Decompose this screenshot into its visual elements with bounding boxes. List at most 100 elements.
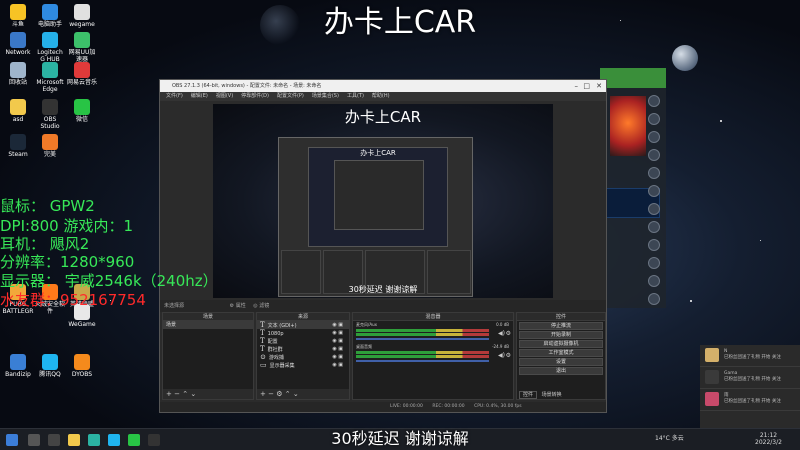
up-icon[interactable]: ⌃ [285,390,291,398]
preview-title: 办卡上CAR [344,108,422,126]
add-icon[interactable]: + [166,390,172,398]
control-button[interactable]: 停止推流 [519,322,603,330]
add-icon[interactable]: + [260,390,266,398]
live-status: LIVE: 00:00:00 [390,404,423,409]
menu-item[interactable]: 配置文件(P) [277,93,304,99]
preview-subtitle: 30秒延迟 谢谢谅解 [348,285,418,294]
minimize-icon[interactable]: – [575,80,579,92]
source-item[interactable]: T 文本 (GDI+) ◉ ▣ [257,321,349,329]
down-icon[interactable]: ⌄ [190,390,196,398]
side-icon[interactable] [648,185,660,197]
source-name: 显示器采集 [269,363,295,369]
source-item[interactable]: ▭ 显示器采集 ◉ ▣ [257,361,349,369]
source-item[interactable]: T 1080p ◉ ▣ [257,329,349,337]
side-icon[interactable] [648,131,660,143]
desktop-icon[interactable]: asd [2,99,34,123]
volume-slider[interactable] [356,360,489,362]
obs-preview[interactable]: 办卡上CAR 办卡上CAR 30秒延迟 谢谢谅解 [213,104,553,298]
desktop-icon[interactable]: Bandizip [2,354,34,378]
down-icon[interactable]: ⌄ [293,390,299,398]
visibility-icon[interactable]: ◉ ▣ [332,329,343,337]
remove-icon[interactable]: − [174,390,180,398]
side-icon[interactable] [648,95,660,107]
menu-item[interactable]: 停靠部件(D) [241,93,269,99]
obs-docks: 场景 场景 + − ⌃ ⌄ 来源 T 文本 (GDI+) ◉ ▣ T 1080p ◉ ▣ T… [160,312,606,404]
side-icon[interactable] [648,275,660,287]
mixer-list: 麦克风/Aux 0.0 dB ◀) ⚙ 桌面音频 -24.9 dB ◀) ⚙ [353,321,513,365]
side-icon[interactable] [648,113,660,125]
notification-item[interactable]: N 已粉丝团送了礼物 开始 关注 [700,345,800,367]
side-icon[interactable] [648,221,660,233]
tab-controls[interactable]: 控件 [519,391,538,399]
desktop-icon[interactable]: 腾讯QQ [34,354,66,378]
filters-button[interactable]: 滤镜 [259,303,269,309]
side-icon[interactable] [648,149,660,161]
control-button[interactable]: 开始录制 [519,331,603,339]
gear-icon[interactable]: ⚙ [506,330,511,337]
scene-item[interactable]: 场景 [163,321,253,329]
source-item[interactable]: ⊙ 游戏捕 ◉ ▣ [257,353,349,361]
menu-item[interactable]: 文件(F) [166,93,183,99]
nested-obs-preview: 办卡上CAR [278,137,473,297]
side-icon[interactable] [648,239,660,251]
visibility-icon[interactable]: ◉ ▣ [332,321,343,329]
close-icon[interactable]: ✕ [596,80,602,92]
desktop-icon[interactable]: 微信 [66,99,98,123]
up-icon[interactable]: ⌃ [182,390,188,398]
notification-panel: N 已粉丝团送了礼物 开始 关注 Gama 已粉丝团送了礼物 开始 关注雨已粉丝团送了… [700,345,800,430]
menu-item[interactable]: 编辑(E) [191,93,208,99]
desktop-icon[interactable]: OBS Studio [34,99,66,130]
control-button[interactable]: 退出 [519,367,603,375]
app-icon [74,62,90,78]
app-icon [10,354,26,370]
filter-icon[interactable]: ◎ [253,303,257,309]
desktop-icon[interactable]: Microsoft Edge [34,62,66,93]
menu-item[interactable]: 视图(V) [216,93,233,99]
avatar [705,370,719,384]
side-icon[interactable] [648,293,660,305]
gear-icon[interactable]: ⚙ [276,390,282,398]
speaker-icon[interactable]: ◀) [498,352,505,359]
visibility-icon[interactable]: ◉ ▣ [332,337,343,345]
remove-icon[interactable]: − [268,390,274,398]
notification-item[interactable]: Gama 已粉丝团送了礼物 开始 关注 [700,367,800,389]
control-button[interactable]: 设置 [519,358,603,366]
controls-list: 停止推流 开始录制 启动虚拟摄像机 工作室模式 设置 退出 [517,322,605,375]
control-button[interactable]: 启动虚拟摄像机 [519,340,603,348]
visibility-icon[interactable]: ◉ ▣ [332,353,343,361]
side-icon[interactable] [648,167,660,179]
desktop-icon[interactable]: 网易云音乐 [66,62,98,86]
desktop-icon[interactable]: DYOBS [66,354,98,378]
source-item[interactable]: T 群社群 ◉ ▣ [257,345,349,353]
desktop-icon-label: DYOBS [71,371,93,378]
control-button[interactable]: 工作室模式 [519,349,603,357]
speaker-icon[interactable]: ◀) [498,330,505,337]
gear-icon[interactable]: ⚙ [230,303,234,309]
sources-footer: + − ⚙ ⌃ ⌄ [257,389,349,399]
menu-item[interactable]: 场景集合(S) [312,93,339,99]
maximize-icon[interactable]: □ [583,80,590,92]
menu-item[interactable]: 帮助(H) [372,93,390,99]
volume-meter [356,355,489,358]
menu-item[interactable]: 工具(T) [347,93,364,99]
no-source-label: 未选择源 [164,303,185,309]
desktop-icon[interactable]: Steam [2,134,34,158]
gear-icon[interactable]: ⚙ [506,352,511,359]
desktop-icon[interactable]: 回收站 [2,62,34,86]
desktop-icon-label: Steam [8,151,28,158]
side-icon[interactable] [648,257,660,269]
sources-header: 来源 [257,313,349,321]
properties-button[interactable]: 属性 [236,303,246,309]
app-icon [74,354,90,370]
visibility-icon[interactable]: ◉ ▣ [332,361,343,369]
volume-slider[interactable] [356,338,489,340]
volume-meter [356,329,489,332]
stream-subtitle: 30秒延迟 谢谢谅解 [331,429,469,448]
notification-item[interactable]: 雨已粉丝团送了礼物 开始 关注 [700,389,800,411]
tab-transitions[interactable]: 场景转换 [539,392,565,398]
source-item[interactable]: T 配置 ◉ ▣ [257,337,349,345]
visibility-icon[interactable]: ◉ ▣ [332,345,343,353]
source-list: T 文本 (GDI+) ◉ ▣ T 1080p ◉ ▣ T 配置 ◉ ▣ T 群社群 ◉ ▣ ⊙ 游戏捕 ◉… [257,321,349,369]
desktop-icon[interactable]: 完美 [34,134,66,158]
side-icon[interactable] [648,203,660,215]
